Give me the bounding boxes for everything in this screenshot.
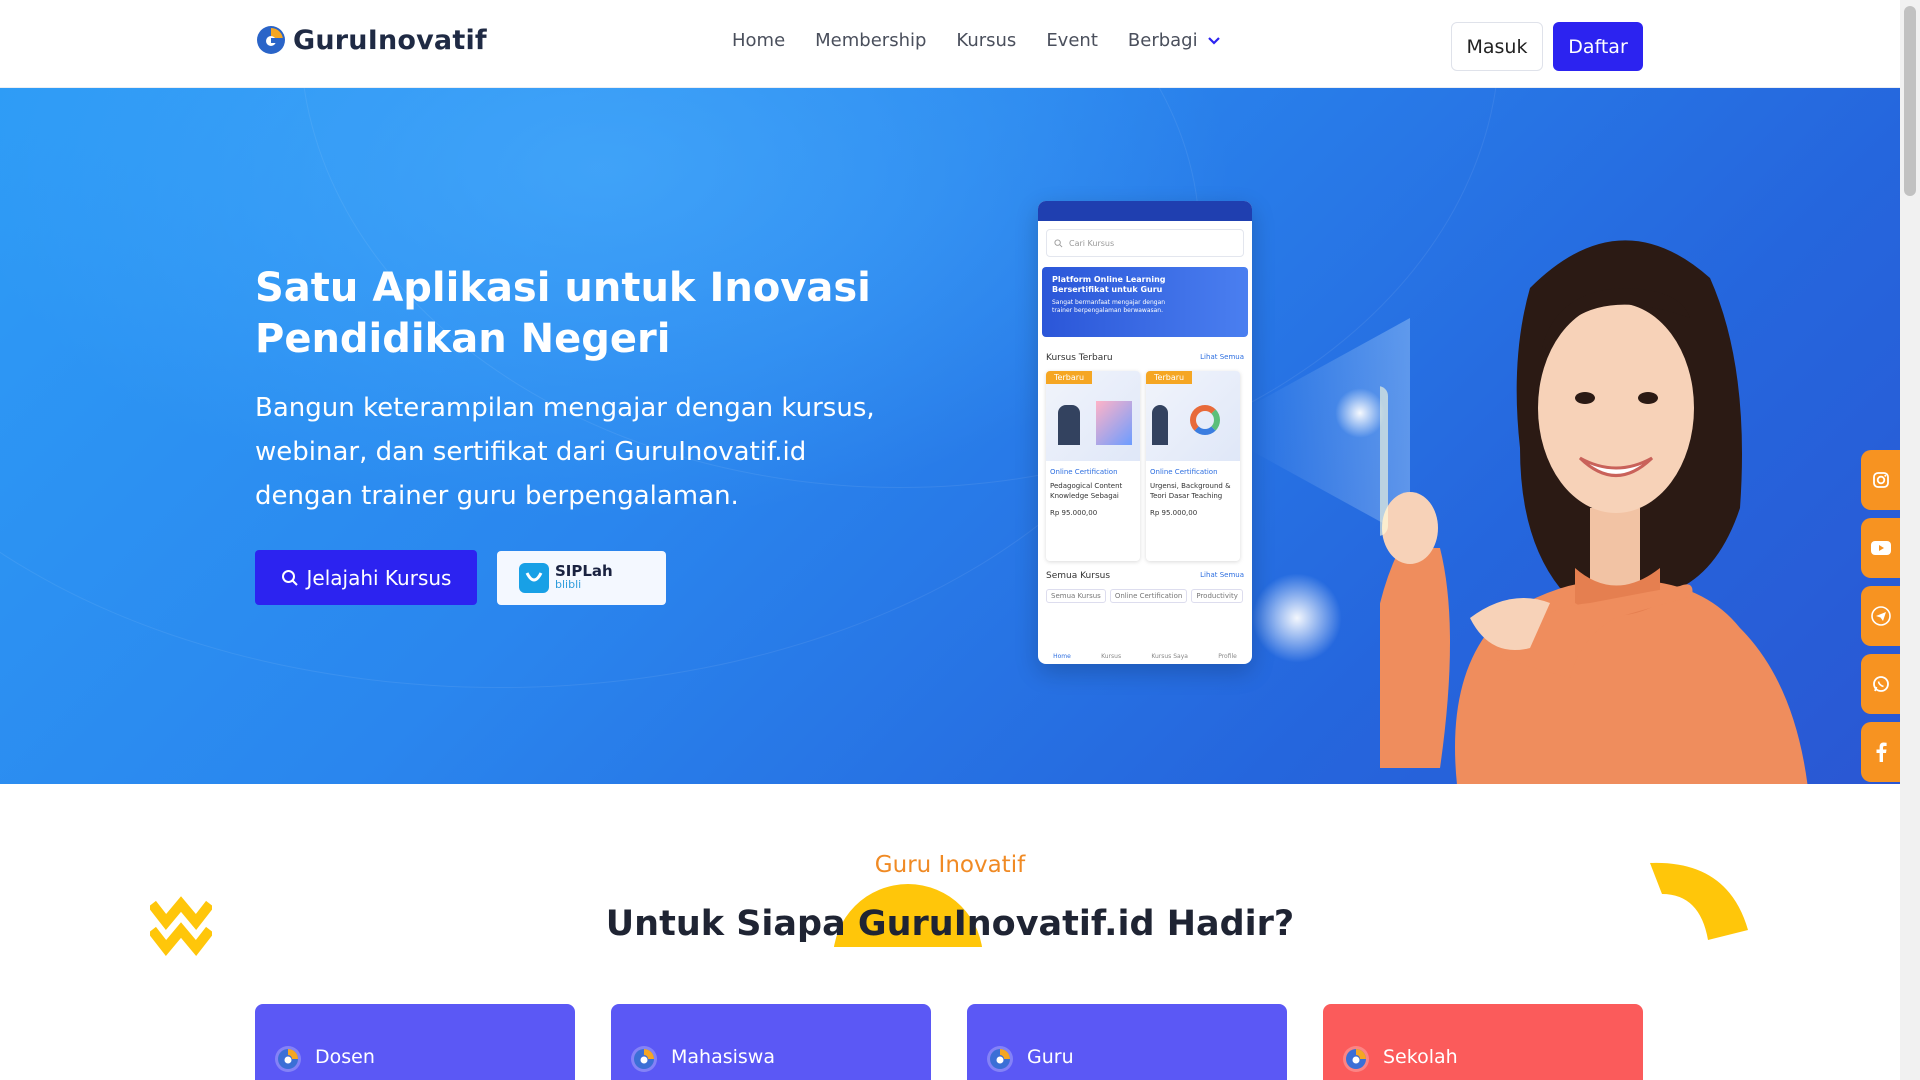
nav-event[interactable]: Event xyxy=(1046,30,1098,51)
siplah-name: SIPLah xyxy=(555,562,613,580)
phone-latest-title: Kursus Terbaru xyxy=(1046,353,1113,363)
logo-icon xyxy=(631,1046,657,1072)
siplah-text: SIPLah blibli xyxy=(555,562,613,592)
course-title: Urgensi, Background & Teori Dasar Teachi… xyxy=(1150,482,1231,500)
course-illustration xyxy=(1096,401,1132,445)
telegram-icon xyxy=(1870,606,1891,626)
phone-search-field: Cari Kursus xyxy=(1046,229,1244,257)
siplah-sub: blibli xyxy=(555,578,582,591)
phone-nav-kursus-saya: Kursus Saya xyxy=(1151,653,1188,660)
facebook-icon xyxy=(1876,742,1887,762)
nav-berbagi-dropdown[interactable]: Berbagi xyxy=(1128,30,1220,51)
explore-courses-label: Jelajahi Kursus xyxy=(306,565,452,590)
siplah-button[interactable]: SIPLah blibli xyxy=(497,551,666,605)
hero-woman-illustration xyxy=(1380,240,1808,784)
course-illustration xyxy=(1190,405,1220,435)
phone-tabs: Semua Kursus Online Certification Produc… xyxy=(1046,589,1244,603)
phone-bottom-nav: Home Kursus Kursus Saya Profile xyxy=(1038,634,1252,664)
phone-course-card: Terbaru Online Certification Pedagogical… xyxy=(1046,371,1140,561)
social-sidebar xyxy=(1861,450,1900,790)
sparkle-decor xyxy=(1252,573,1342,663)
brand-name: GuruInovatif xyxy=(293,24,487,56)
audience-card-dosen[interactable]: Dosen xyxy=(255,1004,575,1080)
section-title: Untuk Siapa GuruInovatif.id Hadir? xyxy=(605,904,1295,944)
course-thumbnail: Terbaru xyxy=(1146,371,1240,461)
phone-search-placeholder: Cari Kursus xyxy=(1069,238,1115,248)
hero-title: Satu Aplikasi untuk Inovasi Pendidikan N… xyxy=(255,265,871,362)
logo-icon xyxy=(257,26,285,54)
audience-card-sekolah[interactable]: Sekolah xyxy=(1323,1004,1643,1080)
app-phone-mockup: Cari Kursus Platform Online Learning Ber… xyxy=(1038,201,1252,664)
audience-card-label: Dosen xyxy=(315,1046,375,1068)
phone-banner-text: Sangat bermanfaat mengajar dengan traine… xyxy=(1052,299,1166,314)
course-title: Pedagogical Content Knowledge Sebagai xyxy=(1050,482,1123,500)
phone-tab: Productivity xyxy=(1191,589,1243,603)
phone-course-cards: Terbaru Online Certification Pedagogical… xyxy=(1046,371,1244,561)
phone-all-header: Semua Kursus Lihat Semua xyxy=(1046,571,1244,581)
course-badge: Terbaru xyxy=(1146,371,1193,384)
telegram-button[interactable] xyxy=(1861,586,1900,646)
sparkle-decor xyxy=(1335,388,1385,438)
instagram-button[interactable] xyxy=(1861,450,1900,510)
section-eyebrow: Guru Inovatif xyxy=(874,852,1026,878)
search-icon xyxy=(1054,239,1063,248)
facebook-button[interactable] xyxy=(1861,722,1900,782)
course-type: Online Certification xyxy=(1050,468,1118,476)
phone-nav-kursus: Kursus xyxy=(1101,653,1122,660)
audience-card-label: Sekolah xyxy=(1383,1046,1458,1068)
phone-tab: Online Certification xyxy=(1109,589,1188,603)
trainer-photo xyxy=(1152,405,1168,445)
audience-card-mahasiswa[interactable]: Mahasiswa xyxy=(611,1004,931,1080)
logo-icon xyxy=(987,1046,1013,1072)
phone-latest-header: Kursus Terbaru Lihat Semua xyxy=(1046,353,1244,363)
course-badge: Terbaru xyxy=(1046,371,1093,384)
trainer-photo xyxy=(1058,405,1080,445)
scrollbar-thumb[interactable] xyxy=(1904,6,1916,196)
nav-berbagi-label: Berbagi xyxy=(1127,30,1198,51)
audience-cards: Dosen Mahasiswa Guru Sekolah xyxy=(255,1004,1644,1080)
login-button[interactable]: Masuk xyxy=(1451,22,1543,71)
brand-logo[interactable]: GuruInovatif xyxy=(255,24,487,56)
phone-all-title: Semua Kursus xyxy=(1046,571,1111,581)
audience-card-label: Guru xyxy=(1027,1046,1074,1068)
course-thumbnail: Terbaru xyxy=(1046,371,1140,461)
main-nav: Home Membership Kursus Event Berbagi xyxy=(732,30,1220,51)
top-navbar: GuruInovatif Home Membership Kursus Even… xyxy=(0,0,1900,88)
youtube-button[interactable] xyxy=(1861,518,1900,578)
search-icon xyxy=(281,569,298,586)
logo-icon xyxy=(1343,1046,1369,1072)
nav-membership[interactable]: Membership xyxy=(815,30,926,51)
whatsapp-icon xyxy=(1872,676,1889,692)
phone-see-all: Lihat Semua xyxy=(1200,353,1244,361)
chevron-down-icon xyxy=(1207,36,1220,45)
hero-section: Satu Aplikasi untuk Inovasi Pendidikan N… xyxy=(0,88,1900,784)
register-button[interactable]: Daftar xyxy=(1553,22,1643,71)
page-scrollbar[interactable] xyxy=(1900,0,1920,1080)
whatsapp-button[interactable] xyxy=(1861,654,1900,714)
phone-status-bar xyxy=(1038,201,1252,221)
phone-course-card: Terbaru Online Certification Urgensi, Ba… xyxy=(1146,371,1240,561)
course-type: Online Certification xyxy=(1150,468,1218,476)
instagram-icon xyxy=(1872,472,1889,488)
explore-courses-button[interactable]: Jelajahi Kursus xyxy=(255,550,477,605)
logo-icon xyxy=(275,1046,301,1072)
nav-home[interactable]: Home xyxy=(732,30,785,51)
phone-banner: Platform Online Learning Bersertifikat u… xyxy=(1042,267,1248,337)
hero-subtitle: Bangun keterampilan mengajar dengan kurs… xyxy=(255,393,875,511)
course-price: Rp 95.000,00 xyxy=(1050,509,1098,517)
nav-kursus[interactable]: Kursus xyxy=(956,30,1016,51)
audience-card-label: Mahasiswa xyxy=(671,1046,775,1068)
phone-nav-home: Home xyxy=(1053,653,1071,660)
audience-card-guru[interactable]: Guru xyxy=(967,1004,1287,1080)
phone-banner-title: Platform Online Learning Bersertifikat u… xyxy=(1052,275,1166,294)
phone-nav-profile: Profile xyxy=(1218,653,1237,660)
phone-tab: Semua Kursus xyxy=(1046,589,1106,603)
youtube-icon xyxy=(1870,541,1891,555)
siplah-logo-icon xyxy=(519,563,549,593)
phone-see-all: Lihat Semua xyxy=(1200,571,1244,579)
course-price: Rp 95.000,00 xyxy=(1150,509,1198,517)
